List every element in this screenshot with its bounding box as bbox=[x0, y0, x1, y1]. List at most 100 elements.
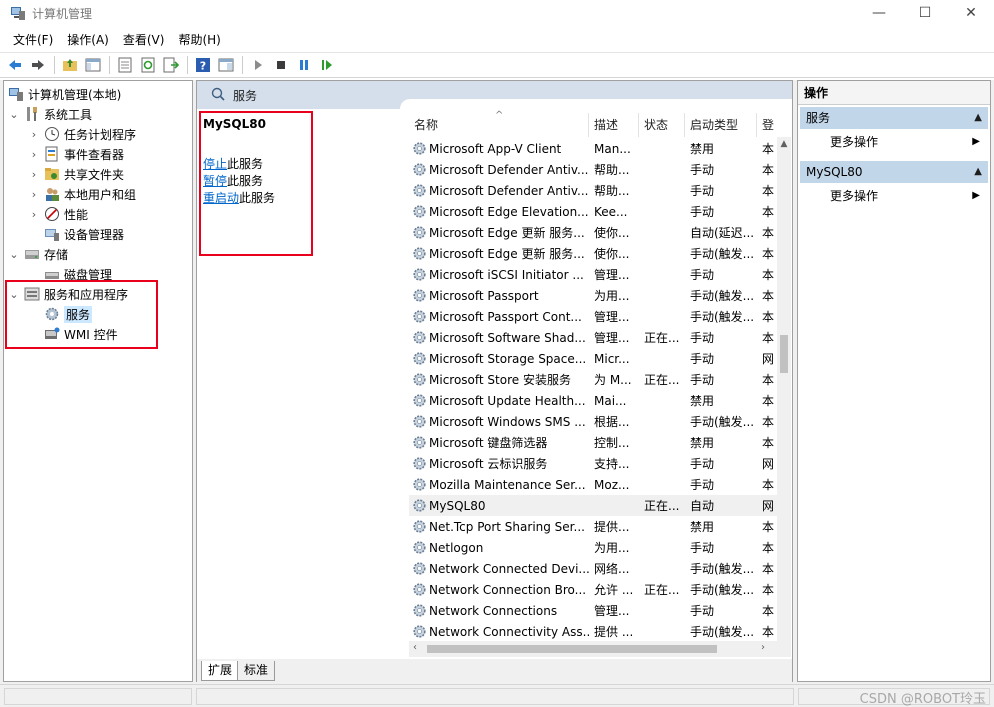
service-name: Microsoft Passport Cont... bbox=[429, 309, 582, 324]
table-row[interactable]: Mozilla Maintenance Ser... Moz... 手动本 bbox=[409, 474, 781, 495]
table-row[interactable]: Microsoft iSCSI Initiator ... 管理... 手动本 bbox=[409, 264, 781, 285]
restart-service-link[interactable]: 重启动 bbox=[203, 191, 239, 205]
back-arrow-icon[interactable] bbox=[4, 54, 26, 76]
tree-item-task-scheduler[interactable]: › 任务计划程序 bbox=[28, 124, 136, 144]
refresh-icon[interactable] bbox=[137, 54, 159, 76]
show-hide-tree-icon[interactable] bbox=[82, 54, 104, 76]
service-name: Microsoft App-V Client bbox=[429, 141, 562, 156]
tree-item-system-tools[interactable]: ⌄ 系统工具 bbox=[8, 104, 92, 124]
table-row[interactable]: Microsoft App-V Client Man... 禁用本 bbox=[409, 138, 781, 159]
table-row[interactable]: Network Connections 管理... 手动本 bbox=[409, 600, 781, 621]
table-row[interactable]: Microsoft Update Health... Mai... 禁用本 bbox=[409, 390, 781, 411]
help-icon[interactable]: ? bbox=[192, 54, 214, 76]
service-name: MySQL80 bbox=[429, 498, 486, 513]
chevron-right-icon[interactable]: › bbox=[28, 128, 40, 141]
table-row[interactable]: Network Connectivity Ass... 提供 ... 手动(触发..… bbox=[409, 621, 781, 642]
table-row[interactable]: Net.Tcp Port Sharing Ser... 提供... 禁用本 bbox=[409, 516, 781, 537]
table-row[interactable]: Network Connection Bro... 允许 ... 正在... 手动(触… bbox=[409, 579, 781, 600]
tree-item-services[interactable]: 服务 bbox=[44, 304, 93, 324]
selected-service-name: MySQL80 bbox=[203, 117, 266, 131]
collapse-up-icon[interactable]: ▲ bbox=[974, 161, 982, 183]
resume-icon[interactable] bbox=[316, 54, 338, 76]
scroll-up-icon[interactable]: ▲ bbox=[777, 139, 791, 149]
table-row[interactable]: Microsoft Store 安装服务为 M... 正在... 手动本 bbox=[409, 369, 781, 390]
cell-status: 正在... bbox=[644, 331, 680, 345]
table-row[interactable]: Microsoft Windows SMS ... 根据... 手动(触发... 本 bbox=[409, 411, 781, 432]
tab-extended[interactable]: 扩展 bbox=[201, 661, 240, 681]
menu-file[interactable]: 文件(F) bbox=[6, 31, 60, 48]
horizontal-scrollbar[interactable]: ‹ › bbox=[409, 641, 791, 657]
table-row[interactable]: Microsoft Passport Cont... 管理... 手动(触发... 本 bbox=[409, 306, 781, 327]
tree-item-performance[interactable]: › 性能 bbox=[28, 204, 88, 224]
stop-service-link[interactable]: 停止 bbox=[203, 157, 227, 171]
column-description[interactable]: 描述 bbox=[589, 113, 639, 137]
vertical-scrollbar[interactable]: ▲ ▼ bbox=[777, 137, 791, 657]
scroll-thumb[interactable] bbox=[780, 335, 788, 373]
maximize-button[interactable]: ☐ bbox=[902, 0, 948, 26]
table-row[interactable]: Microsoft Defender Antiv... 帮助... 手动本 bbox=[409, 180, 781, 201]
close-button[interactable]: ✕ bbox=[948, 0, 994, 26]
properties-icon[interactable] bbox=[114, 54, 136, 76]
menu-help[interactable]: 帮助(H) bbox=[171, 31, 227, 48]
pause-icon[interactable] bbox=[293, 54, 315, 76]
tree-item-disk-management[interactable]: 磁盘管理 bbox=[44, 264, 112, 284]
gear-icon bbox=[413, 583, 426, 596]
tree-item-event-viewer[interactable]: › 事件查看器 bbox=[28, 144, 124, 164]
gear-icon bbox=[413, 499, 426, 512]
collapse-up-icon[interactable]: ▲ bbox=[974, 107, 982, 129]
table-row[interactable]: Microsoft Software Shad... 管理... 正在... 手动本 bbox=[409, 327, 781, 348]
table-row[interactable]: Microsoft 云标识服务 支持... 手动网 bbox=[409, 453, 781, 474]
table-row[interactable]: Microsoft Edge 更新 服务... 使你... 手动(触发... 本 bbox=[409, 243, 781, 264]
minimize-button[interactable]: — bbox=[856, 0, 902, 26]
more-actions-services[interactable]: 更多操作 ▶ bbox=[830, 132, 980, 152]
folder-up-icon[interactable] bbox=[59, 54, 81, 76]
table-row[interactable]: Netlogon 为用... 手动本 bbox=[409, 537, 781, 558]
column-status[interactable]: 状态 bbox=[639, 113, 685, 137]
column-name[interactable]: 名称 ^ bbox=[409, 110, 589, 137]
chevron-right-icon[interactable]: › bbox=[28, 188, 40, 201]
chevron-down-icon[interactable]: ⌄ bbox=[8, 248, 20, 261]
table-row[interactable]: Microsoft Storage Space... Micr... 手动网 bbox=[409, 348, 781, 369]
gear-icon bbox=[413, 478, 426, 491]
tree-item-local-users[interactable]: › 本地用户和组 bbox=[28, 184, 136, 204]
chevron-down-icon[interactable]: ⌄ bbox=[8, 288, 20, 301]
table-row[interactable]: Microsoft Passport 为用... 手动(触发... 本 bbox=[409, 285, 781, 306]
scroll-thumb[interactable] bbox=[427, 645, 717, 653]
tree-item-shared-folders[interactable]: › 共享文件夹 bbox=[28, 164, 124, 184]
export-list-icon[interactable] bbox=[160, 54, 182, 76]
tree-item-storage[interactable]: ⌄ 存储 bbox=[8, 244, 68, 264]
table-row[interactable]: Network Connected Devi... 网络... 手动(触发... 本 bbox=[409, 558, 781, 579]
service-name: Microsoft 云标识服务 bbox=[429, 457, 548, 471]
tree-item-services-apps[interactable]: ⌄ 服务和应用程序 bbox=[8, 284, 128, 304]
table-row[interactable]: MySQL80 正在... 自动网 bbox=[409, 495, 781, 516]
chevron-right-icon[interactable]: › bbox=[28, 208, 40, 221]
table-row[interactable]: Microsoft Defender Antiv... 帮助... 手动本 bbox=[409, 159, 781, 180]
column-logon[interactable]: 登 bbox=[757, 113, 781, 137]
scroll-right-icon[interactable]: › bbox=[761, 642, 765, 653]
tree-item-wmi-control[interactable]: WMI 控件 bbox=[44, 324, 118, 344]
forward-arrow-icon[interactable] bbox=[27, 54, 49, 76]
chevron-right-icon[interactable]: › bbox=[28, 168, 40, 181]
gear-icon bbox=[413, 247, 426, 260]
menu-view[interactable]: 查看(V) bbox=[116, 31, 172, 48]
pause-service-link[interactable]: 暂停 bbox=[203, 174, 227, 188]
chevron-down-icon[interactable]: ⌄ bbox=[8, 108, 20, 121]
tab-standard[interactable]: 标准 bbox=[237, 661, 276, 681]
play-icon[interactable] bbox=[247, 54, 269, 76]
cell-name: Network Connections bbox=[409, 603, 589, 618]
stop-icon[interactable] bbox=[270, 54, 292, 76]
scroll-left-icon[interactable]: ‹ bbox=[413, 642, 417, 653]
column-startup-type[interactable]: 启动类型 bbox=[685, 113, 757, 137]
tree-item-root[interactable]: 计算机管理(本地) bbox=[8, 84, 121, 104]
table-row[interactable]: Microsoft 键盘筛选器 控制... 禁用本 bbox=[409, 432, 781, 453]
table-row[interactable]: Microsoft Edge Elevation... Kee... 手动本 bbox=[409, 201, 781, 222]
view-icon[interactable] bbox=[215, 54, 237, 76]
chevron-right-icon[interactable]: › bbox=[28, 148, 40, 161]
actions-group-mysql80[interactable]: MySQL80 ▲ bbox=[800, 161, 988, 183]
more-actions-mysql80[interactable]: 更多操作 ▶ bbox=[830, 186, 980, 206]
actions-group-services[interactable]: 服务 ▲ bbox=[800, 107, 988, 129]
table-row[interactable]: Microsoft Edge 更新 服务... 使你... 自动(延迟... 本 bbox=[409, 222, 781, 243]
tools-icon bbox=[24, 106, 40, 122]
tree-item-device-manager[interactable]: 设备管理器 bbox=[44, 224, 124, 244]
menu-action[interactable]: 操作(A) bbox=[60, 31, 116, 48]
